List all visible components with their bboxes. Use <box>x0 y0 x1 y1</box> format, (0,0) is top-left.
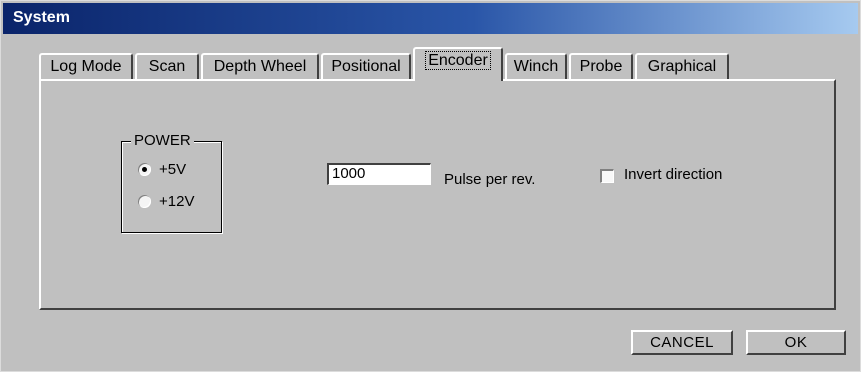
cancel-button[interactable]: CANCEL <box>631 330 733 355</box>
system-dialog: System Log Mode Scan Depth Wheel Positio… <box>0 0 861 372</box>
tab-depth-wheel[interactable]: Depth Wheel <box>201 53 319 79</box>
radio-button-unselected[interactable] <box>138 194 151 208</box>
tab-positional[interactable]: Positional <box>321 53 411 79</box>
tab-log-mode[interactable]: Log Mode <box>39 53 133 79</box>
encoder-tab-panel: POWER +5V +12V 1000 Pulse per rev. Inver… <box>39 79 836 310</box>
pulse-per-rev-label: Pulse per rev. <box>444 171 536 188</box>
radio-5v-label: +5V <box>159 160 187 178</box>
title-bar[interactable]: System <box>3 3 858 34</box>
tab-winch[interactable]: Winch <box>505 53 567 79</box>
tab-probe[interactable]: Probe <box>569 53 633 79</box>
radio-12v-label: +12V <box>159 192 195 210</box>
pulse-per-rev-input[interactable]: 1000 <box>327 163 431 185</box>
tab-graphical[interactable]: Graphical <box>635 53 729 79</box>
power-groupbox: POWER +5V +12V <box>121 133 222 233</box>
ok-button[interactable]: OK <box>746 330 846 355</box>
window-title: System <box>13 9 70 26</box>
radio-button-selected[interactable] <box>138 162 151 176</box>
invert-direction-label[interactable]: Invert direction <box>624 166 722 183</box>
radio-12v[interactable]: +12V <box>138 192 194 210</box>
tab-encoder[interactable]: Encoder <box>413 47 503 81</box>
power-group-title: POWER <box>131 133 194 149</box>
radio-5v[interactable]: +5V <box>138 160 186 178</box>
invert-direction-checkbox[interactable] <box>600 169 614 183</box>
tab-scan[interactable]: Scan <box>135 53 199 79</box>
